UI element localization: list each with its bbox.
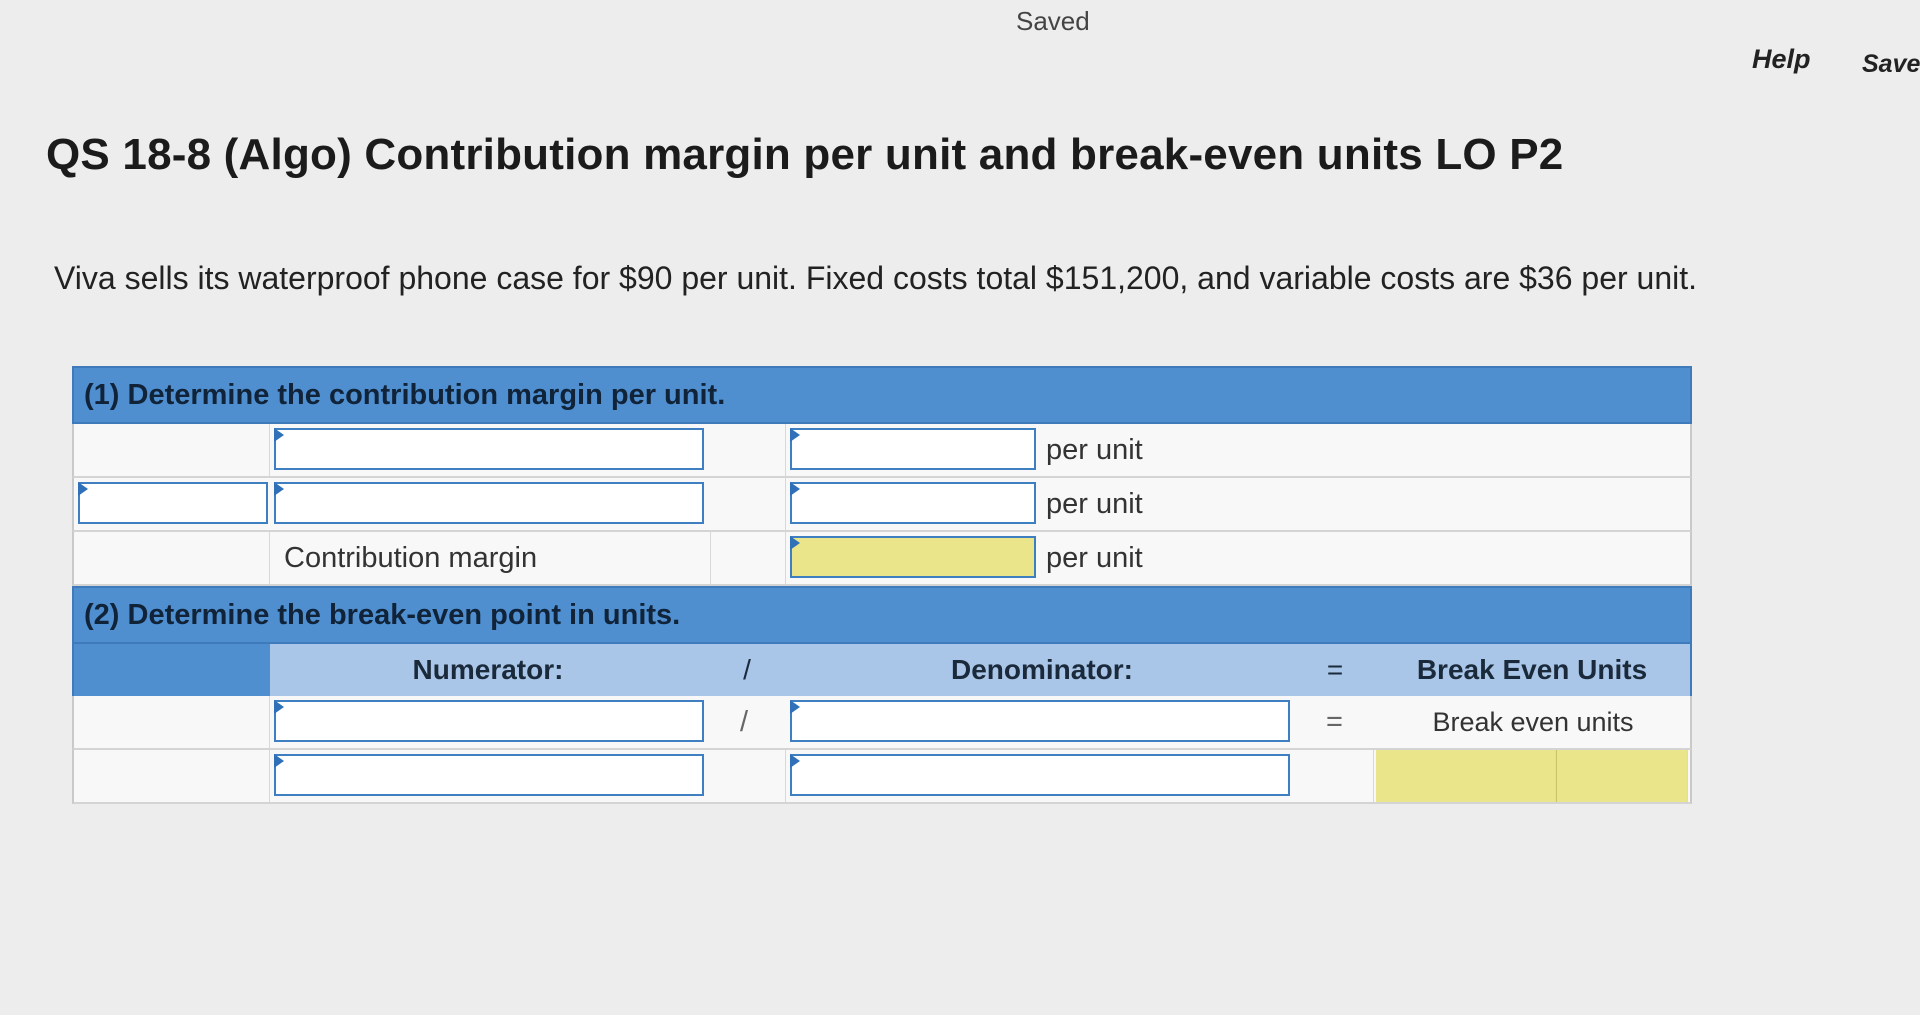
part1-row3-unit: per unit: [1046, 542, 1143, 574]
part1-row-3: Contribution margin per unit: [72, 532, 1692, 586]
break-even-units-header: Break Even Units: [1374, 644, 1690, 696]
contribution-margin-result[interactable]: [790, 536, 1036, 578]
part1-row1-label-input[interactable]: [274, 428, 704, 470]
contribution-margin-label: Contribution margin: [284, 542, 538, 574]
denominator-header: Denominator:: [788, 644, 1296, 696]
part1-row-2: per unit: [72, 478, 1692, 532]
part1-row2-unit: per unit: [1046, 488, 1143, 520]
dropdown-flag-icon: [274, 482, 284, 496]
part1-row2-label-input[interactable]: [274, 482, 704, 524]
part2-column-headers: Numerator: / Denominator: = Break Even U…: [72, 644, 1692, 696]
break-even-result-cell[interactable]: [1376, 750, 1556, 802]
part1-row1-amount-input[interactable]: [790, 428, 1036, 470]
answer-worksheet: (1) Determine the contribution margin pe…: [72, 366, 1692, 804]
part1-row2-sign-input[interactable]: [78, 482, 268, 524]
dropdown-flag-icon: [790, 700, 800, 714]
dropdown-flag-icon: [274, 754, 284, 768]
dropdown-flag-icon: [78, 482, 88, 496]
part1-heading: (1) Determine the contribution margin pe…: [72, 366, 1692, 424]
part2-row1-cell-a: [74, 696, 270, 748]
part2-row-2: [72, 750, 1692, 804]
denominator-amount-input[interactable]: [790, 754, 1290, 796]
part2-row-1: / = Break even units: [72, 696, 1692, 750]
dropdown-flag-icon: [790, 428, 800, 442]
part1-row2-cell-b: [710, 478, 786, 530]
top-bar: Saved Help Save: [0, 0, 1920, 78]
help-link[interactable]: Help: [1752, 44, 1811, 75]
numerator-header: Numerator:: [270, 644, 706, 696]
question-text: Viva sells its waterproof phone case for…: [54, 260, 1698, 296]
question-title: QS 18-8 (Algo) Contribution margin per u…: [46, 130, 1564, 179]
part2-heading: (2) Determine the break-even point in un…: [72, 586, 1692, 644]
part2-row2-cell-c: [1296, 750, 1374, 802]
part2-row2-cell-b: [710, 750, 786, 802]
break-even-unit-cell: [1556, 750, 1688, 802]
part1-row1-cell-a: [74, 424, 270, 476]
part1-row1-unit: per unit: [1046, 434, 1143, 466]
part2-row2-cell-a: [74, 750, 270, 802]
part1-row-1: per unit: [72, 424, 1692, 478]
dropdown-flag-icon: [274, 428, 284, 442]
equals-header: =: [1296, 644, 1374, 696]
denominator-label-input[interactable]: [790, 700, 1290, 742]
dropdown-flag-icon: [790, 482, 800, 496]
numerator-label-input[interactable]: [274, 700, 704, 742]
saved-status: Saved: [1016, 6, 1090, 36]
dropdown-flag-icon: [790, 536, 800, 550]
part1-row1-cell-b: [710, 424, 786, 476]
part2-row1-slash: /: [740, 706, 749, 738]
part1-row3-cell-a: [74, 532, 270, 584]
part1-row3-cell-b: [710, 532, 786, 584]
part2-header-spacer: [74, 644, 270, 696]
break-even-units-label: Break even units: [1432, 707, 1634, 737]
dropdown-flag-icon: [790, 754, 800, 768]
part1-row2-amount-input[interactable]: [790, 482, 1036, 524]
numerator-amount-input[interactable]: [274, 754, 704, 796]
save-link[interactable]: Save: [1862, 50, 1920, 79]
part2-row1-equals: =: [1326, 706, 1343, 738]
dropdown-flag-icon: [274, 700, 284, 714]
slash-header: /: [706, 644, 788, 696]
